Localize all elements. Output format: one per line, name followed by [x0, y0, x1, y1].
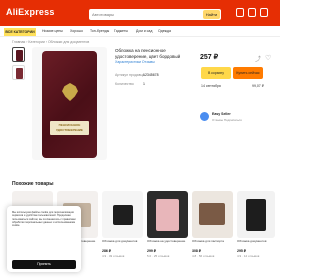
document-cover: ПЕНСИОННОЕ УДОСТОВЕРЕНИЕ — [42, 51, 97, 158]
card-price: 295 ₽ — [237, 249, 247, 253]
card-rating: 4.9 · 49 отзывов — [102, 254, 125, 258]
card-title[interactable]: Обложка документов — [237, 240, 275, 248]
card-title[interactable]: Обложка для паспорта — [192, 240, 233, 248]
product-card[interactable]: Обложка для документов 286 ₽ 4.9 · 49 от… — [102, 191, 143, 258]
seller-avatar — [200, 112, 209, 121]
spec-label: Артикул продавца — [115, 73, 145, 77]
nav-link[interactable]: Одежда — [158, 29, 171, 33]
header: AliExpress Найти — [0, 0, 280, 26]
logo[interactable]: AliExpress — [6, 7, 55, 17]
seller-meta[interactable]: Отзывы Подписаться — [212, 118, 242, 122]
nav-link[interactable]: Низкие цены — [42, 29, 63, 33]
delivery-price: 99,07 ₽ — [252, 84, 264, 88]
delivery-date: 14 сентября — [201, 84, 221, 88]
cookie-text: Мы используем файлы cookie для персонали… — [12, 211, 76, 228]
all-categories-button[interactable]: ВСЕ КАТЕГОРИИ — [4, 28, 36, 36]
cart-icon[interactable] — [260, 8, 268, 17]
search-button[interactable]: Найти — [203, 10, 220, 19]
accept-cookies-button[interactable]: Принять — [12, 260, 76, 269]
search-input[interactable] — [92, 9, 192, 20]
card-title[interactable]: Обложка для документов — [102, 240, 143, 248]
orders-icon[interactable] — [248, 8, 256, 17]
nav-link[interactable]: Гаджеты — [114, 29, 128, 33]
product-image[interactable]: ПЕНСИОННОЕ УДОСТОВЕРЕНИЕ — [32, 47, 107, 160]
add-to-cart-button[interactable]: В корзину — [201, 67, 231, 79]
product-thumbnail[interactable] — [12, 47, 25, 62]
card-rating: 5.0 · 25 отзывов — [147, 254, 170, 258]
recommendations-title: Похожие товары — [12, 181, 54, 187]
product-thumbnail[interactable] — [12, 65, 25, 80]
favorite-icon[interactable]: ♡ — [265, 54, 271, 62]
product-title: Обложка на пенсионное удостоверение, цве… — [115, 48, 181, 59]
spec-value[interactable]: 1 — [143, 82, 145, 86]
product-tabs[interactable]: Характеристики Отзывы — [115, 60, 155, 64]
spec-label: Количество — [115, 82, 134, 86]
search-bar[interactable]: Найти — [89, 9, 221, 20]
card-title[interactable]: Обложка на удостоверение — [147, 240, 188, 248]
card-price: 308 ₽ — [192, 249, 202, 253]
card-price: 286 ₽ — [102, 249, 112, 253]
product-card[interactable]: Обложка на удостоверение 299 ₽ 5.0 · 25 … — [147, 191, 188, 258]
buy-now-button[interactable]: Купить сейчас — [233, 67, 263, 79]
card-rating: 4.8 · 56 отзывов — [192, 254, 215, 258]
seller-name[interactable]: Easy Seller — [212, 112, 231, 116]
cookie-banner: Мы используем файлы cookie для персонали… — [7, 206, 81, 272]
category-nav: ВСЕ КАТЕГОРИИ Низкие цены Хорошо Топ-бре… — [0, 26, 280, 37]
user-icon[interactable] — [236, 8, 244, 17]
nav-link[interactable]: Дом и сад — [136, 29, 152, 33]
card-rating: 4.9 · 12 отзывов — [237, 254, 260, 258]
cover-plate: ПЕНСИОННОЕ УДОСТОВЕРЕНИЕ — [50, 121, 89, 135]
seller-card[interactable]: Easy Seller Отзывы Подписаться — [200, 110, 262, 128]
emblem-icon — [62, 83, 78, 101]
nav-link[interactable]: Топ-бренды — [90, 29, 109, 33]
nav-link[interactable]: Хорошо — [70, 29, 83, 33]
product-card[interactable]: Обложка для паспорта 308 ₽ 4.8 · 56 отзы… — [192, 191, 233, 258]
breadcrumb[interactable]: Главная › Категории › Обложки для докуме… — [12, 40, 89, 44]
share-icon[interactable]: ⤴ — [255, 54, 261, 63]
card-price: 299 ₽ — [147, 249, 157, 253]
product-price: 257 ₽ — [200, 54, 219, 61]
cover-text: ПЕНСИОННОЕ УДОСТОВЕРЕНИЕ — [56, 123, 83, 132]
product-card[interactable]: Обложка документов 295 ₽ 4.9 · 12 отзыво… — [237, 191, 275, 258]
header-icons — [236, 8, 268, 17]
spec-value: 12345678 — [143, 73, 159, 77]
